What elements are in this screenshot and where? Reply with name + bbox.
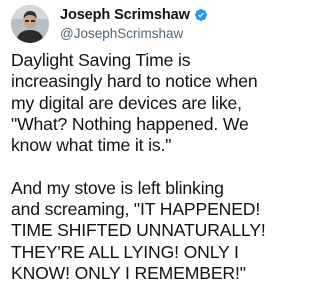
display-name-row: Joseph Scrimshaw xyxy=(60,6,208,24)
avatar[interactable] xyxy=(11,5,49,43)
author-handle[interactable]: @JosephScrimshaw xyxy=(60,26,208,41)
author-display-name[interactable]: Joseph Scrimshaw xyxy=(60,7,190,23)
tweet-card: Joseph Scrimshaw @JosephScrimshaw Daylig… xyxy=(0,0,300,301)
tweet-text: Daylight Saving Time is increasingly har… xyxy=(11,50,266,283)
author-names: Joseph Scrimshaw @JosephScrimshaw xyxy=(60,6,208,41)
tweet-header: Joseph Scrimshaw @JosephScrimshaw xyxy=(11,3,291,45)
verified-badge-icon xyxy=(194,8,208,22)
profile-photo-icon xyxy=(11,5,49,43)
